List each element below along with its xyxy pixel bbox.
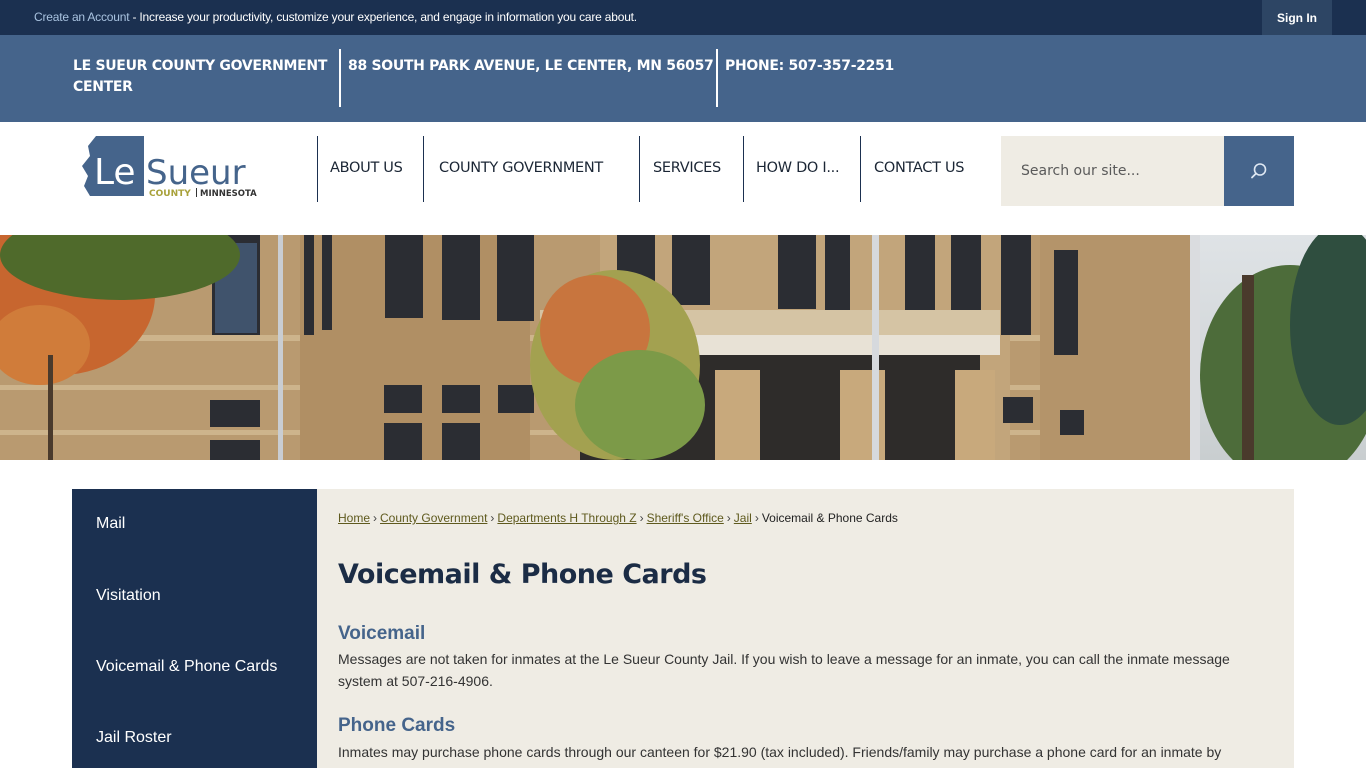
breadcrumb: Home › County Government › Departments H Thr… <box>338 511 898 525</box>
logo-word-le: Le <box>94 152 136 193</box>
breadcrumb-current: Voicemail & Phone Cards <box>761 511 898 525</box>
logo-word-sueur: Sueur <box>146 153 246 193</box>
county-center-name-line2: CENTER <box>73 79 133 95</box>
nav-divider <box>317 136 318 202</box>
sign-in-button[interactable]: Sign In <box>1262 0 1332 35</box>
info-divider <box>716 49 718 107</box>
courthouse-photo <box>0 235 1366 460</box>
section-heading-voicemail: Voicemail <box>338 623 426 644</box>
county-shape-icon: Le Sueur COUNTY MINNESOTA <box>82 136 257 199</box>
breadcrumb-separator: › <box>639 511 644 525</box>
county-center-name: LE SUEUR COUNTY GOVERNMENT CENTER <box>73 56 327 98</box>
create-account-link[interactable]: Create an Account <box>34 10 130 24</box>
main-content: Home › County Government › Departments H Thr… <box>317 489 1294 768</box>
section-sidebar-nav: Mail Visitation Voicemail & Phone Cards … <box>72 489 317 768</box>
breadcrumb-county-government[interactable]: County Government <box>380 511 487 525</box>
le-sueur-county-logo[interactable]: Le Sueur COUNTY MINNESOTA <box>82 136 262 202</box>
hero-courthouse-image <box>0 235 1366 460</box>
breadcrumb-separator: › <box>373 511 378 525</box>
section-body-voicemail: Messages are not taken for inmates at th… <box>338 651 1230 689</box>
nav-divider <box>639 136 640 202</box>
contact-info-band: LE SUEUR COUNTY GOVERNMENT CENTER 88 SOU… <box>0 35 1366 122</box>
page-title: Voicemail & Phone Cards <box>338 559 707 590</box>
nav-services[interactable]: SERVICES <box>653 160 721 176</box>
logo-divider <box>196 188 197 197</box>
breadcrumb-departments-h-z[interactable]: Departments H Through Z <box>497 511 636 525</box>
county-center-name-line1: LE SUEUR COUNTY GOVERNMENT <box>73 58 328 74</box>
sidebar-item-jail-roster[interactable]: Jail Roster <box>96 729 172 747</box>
breadcrumb-jail[interactable]: Jail <box>734 511 752 525</box>
account-promo: Create an Account - Increase your produc… <box>34 10 637 24</box>
breadcrumb-home[interactable]: Home <box>338 511 370 525</box>
info-divider <box>339 49 341 107</box>
nav-divider <box>423 136 424 202</box>
sidebar-item-mail[interactable]: Mail <box>96 515 125 533</box>
logo-county: COUNTY <box>149 189 191 199</box>
breadcrumb-separator: › <box>754 511 759 525</box>
promo-text: - Increase your productivity, customize … <box>129 10 637 24</box>
top-account-bar: Create an Account - Increase your produc… <box>0 0 1366 35</box>
search-submit-button[interactable] <box>1224 136 1294 206</box>
address-text: 88 SOUTH PARK AVENUE, LE CENTER, MN 5605… <box>348 58 714 74</box>
nav-about-us[interactable]: ABOUT US <box>330 160 403 176</box>
section-heading-phone-cards: Phone Cards <box>338 715 456 736</box>
phone-text: PHONE: 507-357-2251 <box>725 58 894 74</box>
section-body-phone-cards: Inmates may purchase phone cards through… <box>338 744 1222 760</box>
breadcrumb-separator: › <box>490 511 495 525</box>
sidebar-item-voicemail-phone-cards[interactable]: Voicemail & Phone Cards <box>96 658 277 676</box>
nav-county-government[interactable]: COUNTY GOVERNMENT <box>439 160 603 176</box>
nav-divider <box>743 136 744 202</box>
site-search-input[interactable] <box>1001 136 1224 206</box>
nav-how-do-i[interactable]: HOW DO I... <box>756 160 840 176</box>
site-header: Le Sueur COUNTY MINNESOTA ABOUT US COUNT… <box>0 122 1366 235</box>
nav-divider <box>860 136 861 202</box>
search-icon <box>1251 163 1267 179</box>
nav-contact-us[interactable]: CONTACT US <box>874 160 965 176</box>
breadcrumb-sheriffs-office[interactable]: Sheriff's Office <box>647 511 724 525</box>
logo-state: MINNESOTA <box>200 189 257 199</box>
breadcrumb-separator: › <box>726 511 731 525</box>
sidebar-item-visitation[interactable]: Visitation <box>96 587 161 605</box>
